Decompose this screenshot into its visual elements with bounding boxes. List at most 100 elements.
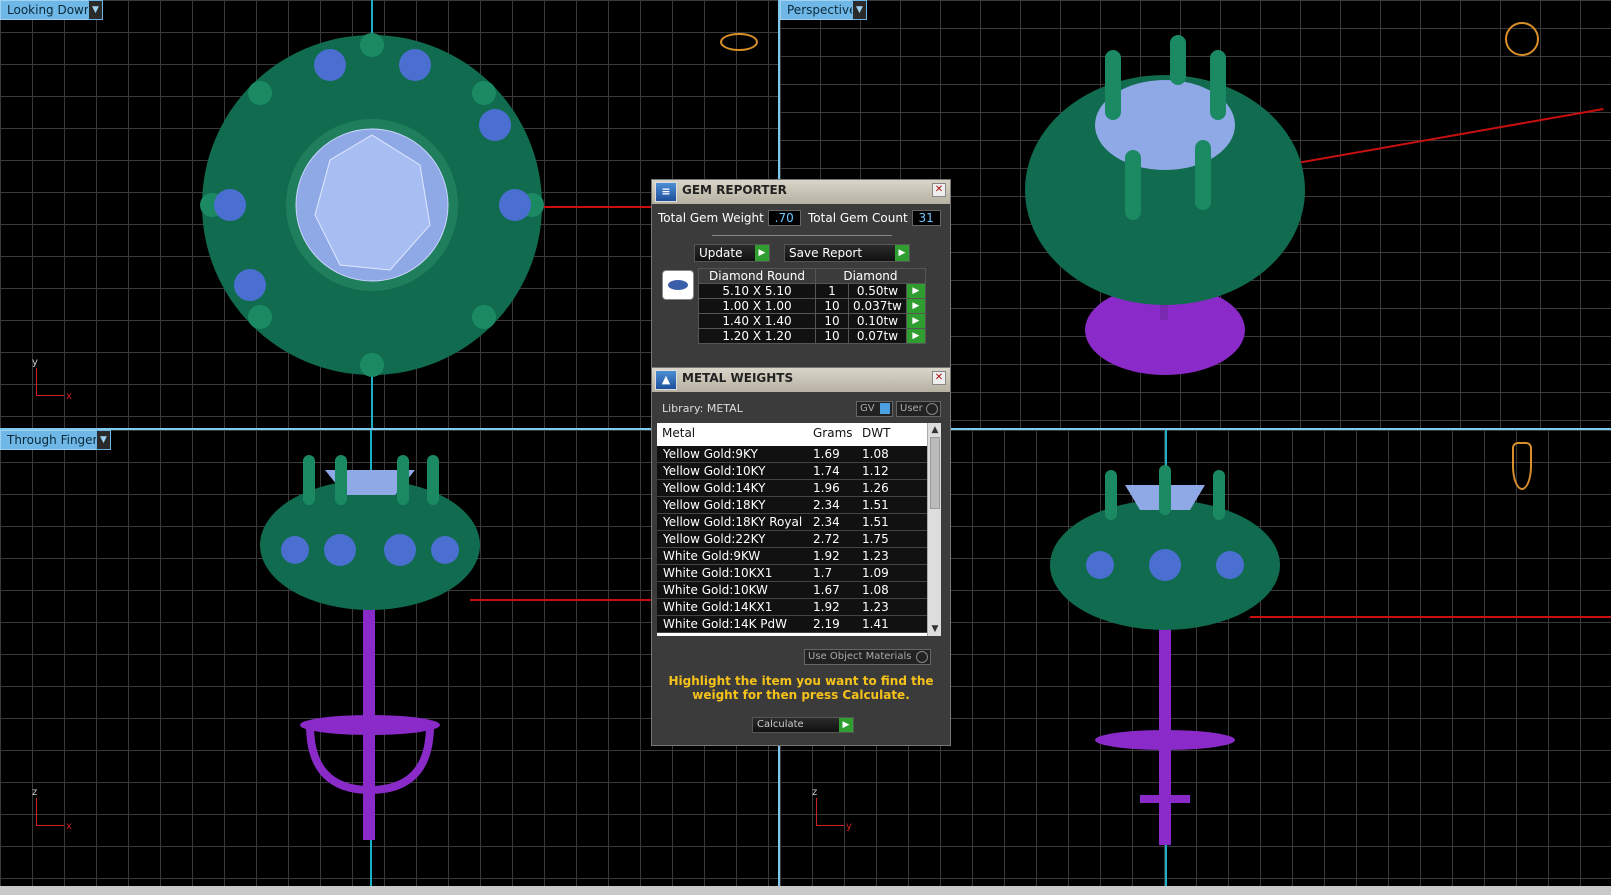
metal-dwt: 1.23: [862, 549, 889, 563]
table-row[interactable]: Yellow Gold:10KY 1.74 1.12: [657, 463, 927, 480]
metal-weights-title: METAL WEIGHTS: [682, 371, 794, 385]
metal-grams: 1.92: [813, 549, 840, 563]
total-gem-count-value: 31: [911, 210, 941, 226]
table-row[interactable]: 1.40 X 1.40 10 0.10tw ▶: [698, 313, 926, 329]
table-row[interactable]: White Gold:14K PdW 2.19 1.41: [657, 616, 927, 633]
metal-name: White Gold:14K PdW: [663, 617, 788, 631]
earring-perspective-view: [1025, 35, 1305, 375]
ring-icon[interactable]: [720, 33, 758, 51]
axis-y-label: y: [846, 821, 852, 832]
metal-dwt: 1.51: [862, 498, 889, 512]
play-icon[interactable]: ▶: [905, 328, 926, 344]
splitter-handle[interactable]: [712, 235, 892, 236]
column-header-grams[interactable]: Grams: [813, 423, 853, 444]
user-label: User: [900, 403, 923, 414]
metal-grams: 1.92: [813, 600, 840, 614]
calculate-button[interactable]: Calculate ▶: [752, 717, 854, 733]
metal-dwt: 1.75: [862, 532, 889, 546]
table-row[interactable]: 1.00 X 1.00 10 0.037tw ▶: [698, 298, 926, 314]
gem-size: 5.10 X 5.10: [698, 283, 816, 299]
metal-weights-titlebar[interactable]: ▲ METAL WEIGHTS ✕: [652, 368, 950, 392]
scrollbar-thumb[interactable]: [930, 437, 940, 509]
metal-dwt: 1.23: [862, 600, 889, 614]
table-row[interactable]: White Gold:10KX1 1.7 1.09: [657, 565, 927, 582]
finger-icon[interactable]: [1512, 442, 1532, 490]
gem-count: 1: [815, 283, 849, 299]
gem-reporter-icon: ≡: [655, 182, 677, 202]
metal-list-header: Metal Grams DWT: [657, 423, 927, 444]
metal-name: Yellow Gold:14KY: [663, 481, 766, 495]
gem-reporter-titlebar[interactable]: ≡ GEM REPORTER ✕: [652, 180, 950, 204]
axis-x-label: x: [66, 391, 72, 402]
gv-toggle[interactable]: GV: [856, 401, 893, 417]
table-row[interactable]: White Gold:14KX1 1.92 1.23: [657, 599, 927, 616]
metal-name: Yellow Gold:10KY: [663, 464, 766, 478]
close-icon[interactable]: ✕: [932, 183, 946, 197]
gem-weight: 0.037tw: [848, 298, 907, 314]
metal-dwt: 1.26: [862, 481, 889, 495]
use-object-materials-toggle[interactable]: Use Object Materials: [804, 649, 931, 665]
earring-side-view-2: [1050, 465, 1280, 845]
gem-size: 1.20 X 1.20: [698, 328, 816, 344]
viewport-label-through-finger[interactable]: Through Finger: [0, 430, 105, 450]
total-gem-weight-value: .70: [767, 210, 801, 226]
metal-dwt: 1.51: [862, 515, 889, 529]
table-row[interactable]: Yellow Gold:22KY 2.72 1.75: [657, 531, 927, 548]
table-row[interactable]: Yellow Gold:14KY 1.96 1.26: [657, 480, 927, 497]
table-row[interactable]: White Gold:9KW 1.92 1.23: [657, 548, 927, 565]
earring-side-view: [260, 455, 480, 840]
axis-x-label: x: [66, 821, 72, 832]
table-row[interactable]: Yellow Gold:18KY 2.34 1.51: [657, 497, 927, 514]
total-gem-weight-label: Total Gem Weight: [658, 211, 764, 225]
play-icon[interactable]: ▶: [905, 283, 926, 299]
library-label: Library: METAL: [662, 402, 743, 415]
metal-dwt: 1.08: [862, 583, 889, 597]
play-icon[interactable]: ▶: [905, 313, 926, 329]
bottom-status-bar: [0, 886, 1611, 895]
metal-name: White Gold:10KX1: [663, 566, 773, 580]
save-report-button[interactable]: Save Report ▶: [784, 244, 910, 262]
metal-grams: 2.34: [813, 515, 840, 529]
table-row[interactable]: Yellow Gold:9KY 1.69 1.08: [657, 446, 927, 463]
table-row[interactable]: 1.20 X 1.20 10 0.07tw ▶: [698, 328, 926, 344]
gem-table: Diamond Round Diamond 5.10 X 5.10 1 0.50…: [698, 268, 926, 344]
update-button[interactable]: Update ▶: [694, 244, 770, 262]
axis-y-label: y: [32, 357, 38, 368]
metal-list-scrollbar[interactable]: ▲ ▼: [927, 423, 941, 636]
chevron-down-icon[interactable]: ▼: [928, 622, 941, 636]
gem-count: 10: [815, 313, 849, 329]
axis-z-label: z: [812, 787, 818, 798]
metal-name: White Gold:10KW: [663, 583, 768, 597]
play-icon: ▶: [895, 245, 909, 261]
gem-count: 10: [815, 298, 849, 314]
gem-size: 1.00 X 1.00: [698, 298, 816, 314]
chevron-up-icon[interactable]: ▲: [928, 423, 941, 437]
viewport-label-looking-down[interactable]: Looking Down: [0, 0, 99, 20]
table-row[interactable]: 5.10 X 5.10 1 0.50tw ▶: [698, 283, 926, 299]
axis-indicator: y x: [32, 357, 96, 402]
use-object-materials-label: Use Object Materials: [808, 651, 912, 662]
update-label: Update: [699, 246, 743, 260]
play-icon: ▶: [755, 245, 769, 261]
metal-grams: 1.7: [813, 566, 833, 580]
table-row[interactable]: White Gold:10KW 1.67 1.08: [657, 582, 927, 599]
viewport-label-perspective[interactable]: Perspective: [780, 0, 864, 20]
viewport-dropdown-icon[interactable]: ▼: [852, 0, 867, 20]
play-icon[interactable]: ▶: [905, 298, 926, 314]
close-icon[interactable]: ✕: [932, 371, 946, 385]
viewport-dropdown-icon[interactable]: ▼: [96, 430, 111, 450]
diamond-thumbnail-icon[interactable]: [662, 270, 694, 300]
gem-table-header-type: Diamond: [815, 268, 926, 284]
total-gem-count: Total Gem Count 31: [808, 210, 941, 226]
table-row[interactable]: Yellow Gold:18KY Royal 2.34 1.51: [657, 514, 927, 531]
gem-weight: 0.10tw: [848, 313, 907, 329]
user-toggle[interactable]: User: [896, 401, 941, 417]
column-header-metal[interactable]: Metal: [662, 423, 695, 444]
metal-list[interactable]: Metal Grams DWT Yellow Gold:9KY 1.69 1.08 …: [657, 423, 941, 636]
metal-dwt: 1.08: [862, 447, 889, 461]
column-header-dwt[interactable]: DWT: [862, 423, 890, 444]
viewport-dropdown-icon[interactable]: ▼: [88, 0, 103, 20]
metal-name: Yellow Gold:9KY: [663, 447, 758, 461]
metal-grams: 2.34: [813, 498, 840, 512]
ring-icon[interactable]: [1505, 22, 1539, 56]
